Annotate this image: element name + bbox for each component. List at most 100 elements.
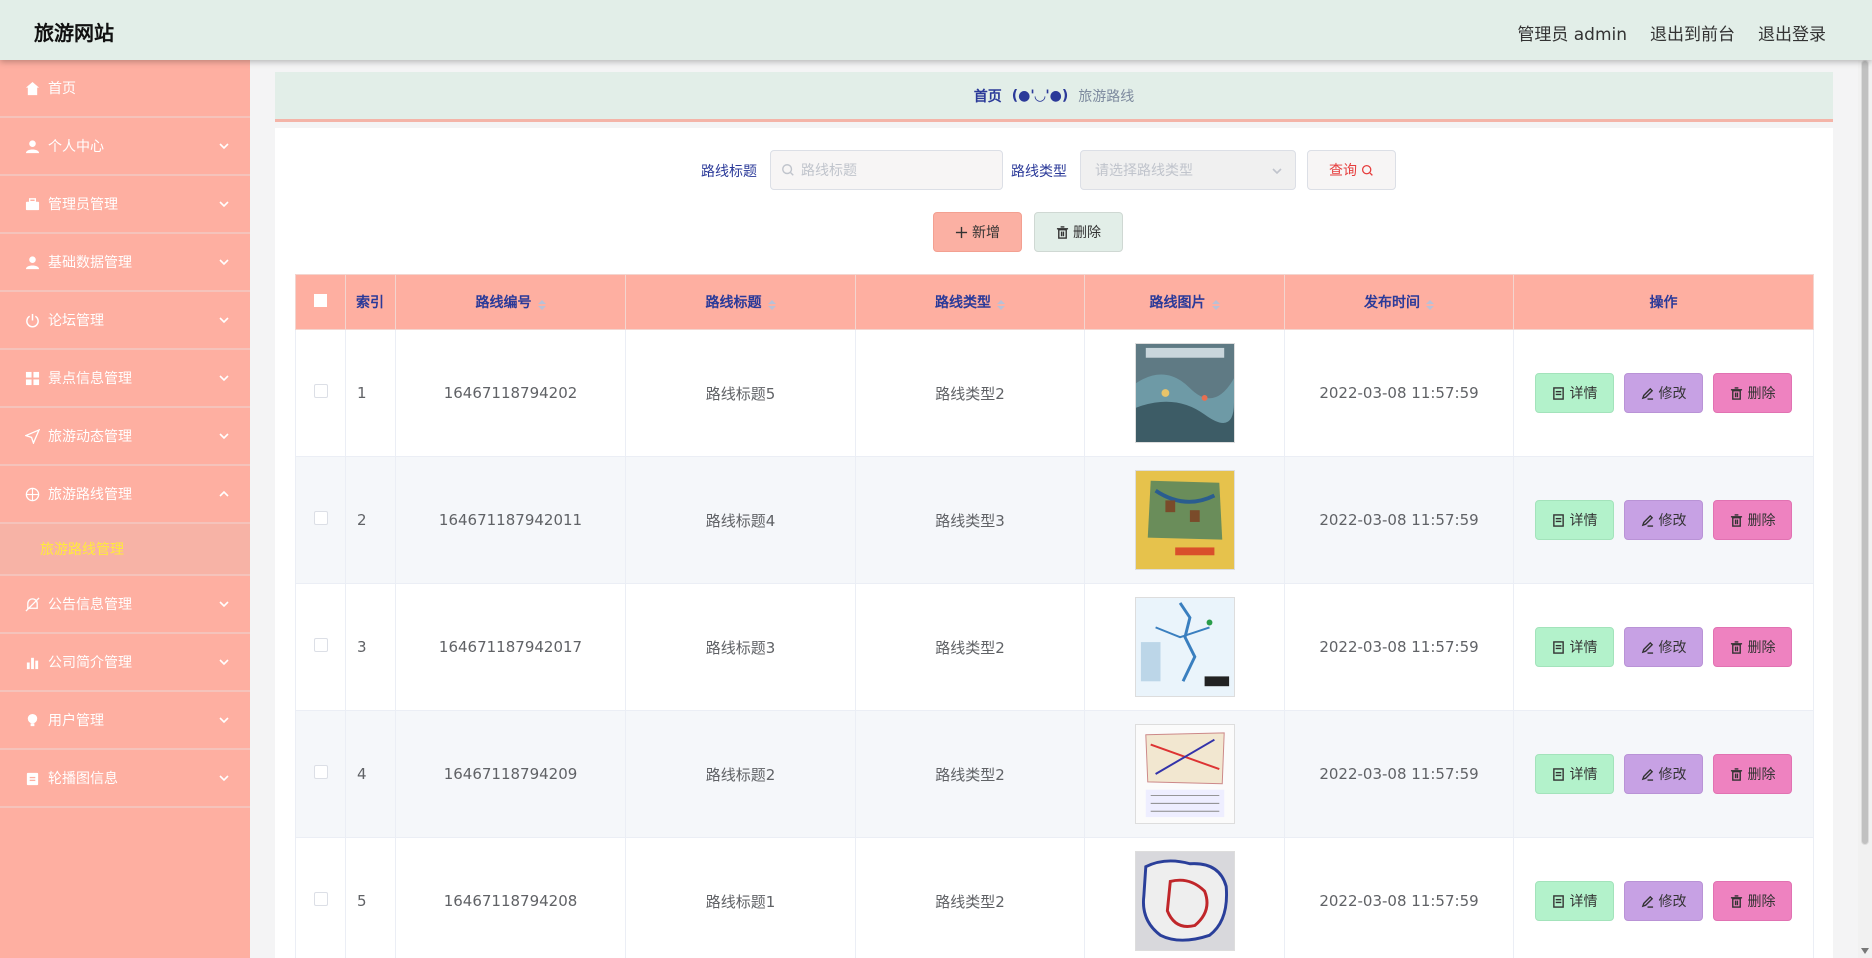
scrollbar-thumb[interactable] — [1861, 60, 1869, 845]
edit-label: 修改 — [1658, 767, 1687, 783]
table-row[interactable]: 3 164671187942017 路线标题3 路线类型2 2022-03-08 11:… — [295, 583, 1814, 711]
chevron-down-icon — [218, 772, 230, 784]
route-image[interactable] — [1134, 851, 1235, 951]
select-all-checkbox[interactable] — [314, 293, 327, 307]
sort-icon[interactable] — [1426, 298, 1434, 310]
sidebar-item-label: 旅游动态管理 — [48, 429, 132, 445]
header-type-label: 路线类型 — [935, 295, 991, 311]
route-image[interactable] — [1134, 470, 1235, 570]
row-time: 2022-03-08 11:57:59 — [1284, 456, 1514, 584]
row-checkbox[interactable] — [313, 511, 328, 525]
delete-button[interactable]: 删除 — [1713, 373, 1792, 413]
row-checkbox[interactable] — [313, 892, 328, 906]
sidebar-item-label: 用户管理 — [48, 713, 104, 729]
sort-icon[interactable] — [1211, 298, 1220, 310]
sidebar: 首页 个人中心 管理员管理 基础数据管理 论坛管理 景点信息管理 旅游动态管理 旅游路线管理旅… — [0, 60, 250, 958]
title-search-input[interactable]: 路线标题 — [770, 150, 1003, 190]
edit-button[interactable]: 修改 — [1624, 627, 1703, 667]
delete-button[interactable]: 删除 — [1713, 627, 1792, 667]
sort-icon[interactable] — [767, 298, 776, 310]
row-image-cell — [1084, 329, 1285, 457]
header-type[interactable]: 路线类型 — [855, 274, 1085, 330]
row-select-cell — [295, 456, 346, 584]
add-button[interactable]: 新增 — [933, 212, 1022, 252]
delete-button[interactable]: 删除 — [1713, 754, 1792, 794]
query-button[interactable]: 查询 — [1307, 150, 1396, 190]
edit-pencil-icon — [1641, 895, 1653, 908]
sidebar-item-6[interactable]: 旅游动态管理 — [0, 408, 250, 466]
row-checkbox[interactable] — [313, 765, 328, 779]
row-checkbox[interactable] — [313, 638, 328, 652]
sidebar-item-5[interactable]: 景点信息管理 — [0, 350, 250, 408]
row-ops: 详情 修改 删除 — [1513, 583, 1814, 711]
header-ops: 操作 — [1513, 274, 1814, 330]
power-icon — [24, 312, 40, 328]
edit-button[interactable]: 修改 — [1624, 881, 1703, 921]
table-row[interactable]: 1 16467118794202 路线标题5 路线类型2 2022-03-08 11:5… — [295, 329, 1814, 457]
delete-button[interactable]: 删除 — [1713, 881, 1792, 921]
header-actions: 管理员 admin 退出到前台 退出登录 — [1517, 20, 1826, 45]
row-image-cell — [1084, 456, 1285, 584]
detail-button[interactable]: 详情 — [1535, 754, 1614, 794]
edit-button[interactable]: 修改 — [1624, 373, 1703, 413]
sidebar-item-7[interactable]: 旅游路线管理 — [0, 466, 250, 524]
sidebar-item-9[interactable]: 公司简介管理 — [0, 634, 250, 692]
sidebar-item-0[interactable]: 首页 — [0, 60, 250, 118]
header-title[interactable]: 路线标题 — [625, 274, 856, 330]
row-select-cell — [295, 837, 346, 958]
row-index: 3 — [345, 583, 396, 711]
detail-button[interactable]: 详情 — [1535, 627, 1614, 667]
batch-delete-button[interactable]: 删除 — [1034, 212, 1123, 252]
sidebar-item-8[interactable]: 公告信息管理 — [0, 576, 250, 634]
sidebar-item-1[interactable]: 个人中心 — [0, 118, 250, 176]
detail-button[interactable]: 详情 — [1535, 881, 1614, 921]
route-image[interactable] — [1134, 724, 1235, 824]
title-search-placeholder: 路线标题 — [801, 163, 857, 179]
table-row[interactable]: 4 16467118794209 路线标题2 路线类型2 2022-03-08 11:5… — [295, 710, 1814, 838]
sidebar-item-3[interactable]: 基础数据管理 — [0, 234, 250, 292]
sidebar-item-4[interactable]: 论坛管理 — [0, 292, 250, 350]
delete-button[interactable]: 删除 — [1713, 500, 1792, 540]
main-content: 路线标题 路线标题 路线类型 请选择路线类型 查询 新增 删除 索引 路线编号 … — [275, 128, 1833, 958]
admin-label: 管理员 admin — [1517, 25, 1627, 45]
table-row[interactable]: 5 16467118794208 路线标题1 路线类型2 2022-03-08 11:5… — [295, 837, 1814, 958]
chevron-down-icon — [218, 598, 230, 610]
header-code[interactable]: 路线编号 — [395, 274, 626, 330]
breadcrumb-home[interactable]: 首页 — [974, 86, 1002, 106]
user-icon — [24, 138, 40, 154]
route-image[interactable] — [1134, 597, 1235, 697]
sidebar-item-label: 旅游路线管理 — [48, 487, 132, 503]
row-ops: 详情 修改 删除 — [1513, 710, 1814, 838]
breadcrumb: 首页 (●'◡'●) 旅游路线 — [275, 72, 1833, 119]
sort-icon[interactable] — [537, 298, 546, 310]
row-index: 2 — [345, 456, 396, 584]
sidebar-item-label: 管理员管理 — [48, 197, 118, 213]
edit-button[interactable]: 修改 — [1624, 754, 1703, 794]
header-title-label: 路线标题 — [705, 295, 762, 311]
top-header: 旅游网站 管理员 admin 退出到前台 退出登录 — [0, 0, 1872, 60]
scroll-down-arrow-icon[interactable] — [1861, 948, 1869, 954]
sidebar-item-11[interactable]: 轮播图信息 — [0, 750, 250, 808]
sidebar-subitem-route-management[interactable]: 旅游路线管理 — [0, 524, 250, 576]
sort-icon[interactable] — [997, 298, 1005, 310]
sidebar-item-label: 个人中心 — [48, 139, 104, 155]
edit-button[interactable]: 修改 — [1624, 500, 1703, 540]
sidebar-item-10[interactable]: 用户管理 — [0, 692, 250, 750]
exit-to-front-link[interactable]: 退出到前台 — [1650, 20, 1735, 45]
row-checkbox[interactable] — [313, 384, 328, 398]
detail-button[interactable]: 详情 — [1535, 500, 1614, 540]
table-header-row: 索引 路线编号 路线标题 路线类型 路线图片 发布时间 操作 — [295, 274, 1814, 330]
sidebar-item-2[interactable]: 管理员管理 — [0, 176, 250, 234]
header-image[interactable]: 路线图片 — [1084, 274, 1285, 330]
detail-button[interactable]: 详情 — [1535, 373, 1614, 413]
query-button-label: 查询 — [1329, 163, 1357, 179]
chevron-down-icon — [218, 140, 230, 152]
header-time[interactable]: 发布时间 — [1284, 274, 1514, 330]
logout-link[interactable]: 退出登录 — [1758, 20, 1826, 45]
type-select[interactable]: 请选择路线类型 — [1080, 150, 1296, 190]
delete-label: 删除 — [1747, 894, 1776, 910]
route-image[interactable] — [1134, 343, 1235, 443]
page-scrollbar[interactable] — [1858, 60, 1872, 958]
table-row[interactable]: 2 164671187942011 路线标题4 路线类型3 2022-03-08 11:… — [295, 456, 1814, 584]
document-icon — [1552, 894, 1564, 908]
